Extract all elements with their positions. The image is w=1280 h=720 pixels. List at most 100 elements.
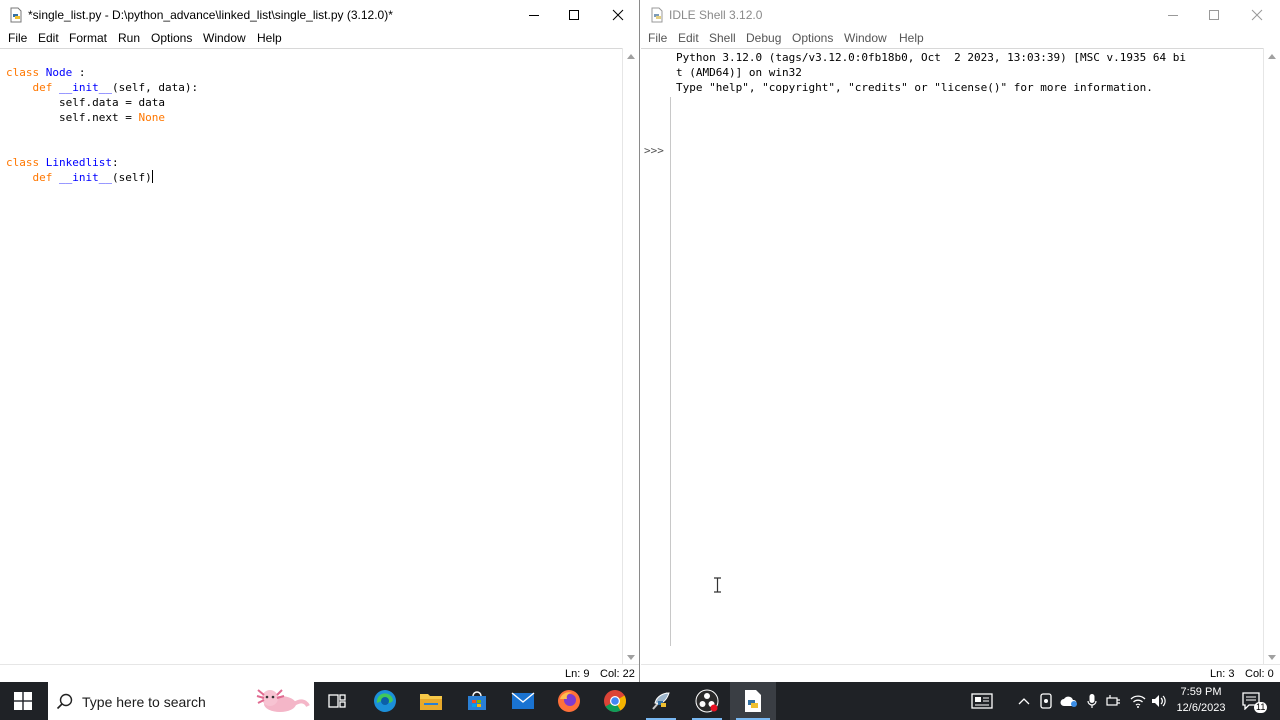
code-editor[interactable]: class Node : def __init__(self, data): s… bbox=[0, 48, 639, 664]
shell-output-area[interactable]: >>> Python 3.12.0 (tags/v3.12.0:0fb18b0,… bbox=[641, 48, 1280, 664]
shell-titlebar[interactable]: IDLE Shell 3.12.0 bbox=[641, 0, 1280, 30]
menu-shell[interactable]: Shell bbox=[709, 31, 736, 45]
maximize-button[interactable] bbox=[1192, 0, 1236, 30]
keyword: def bbox=[32, 81, 53, 94]
python-file-icon bbox=[745, 690, 761, 712]
minimize-icon bbox=[1168, 15, 1178, 16]
ibeam-cursor-icon bbox=[714, 577, 721, 593]
menu-options[interactable]: Options bbox=[792, 31, 833, 45]
class-name: Linkedlist bbox=[45, 156, 112, 169]
shell-output: Python 3.12.0 (tags/v3.12.0:0fb18b0, Oct… bbox=[676, 50, 1186, 95]
news-widget-button[interactable] bbox=[966, 682, 998, 720]
editor-menubar: File Edit Format Run Options Window Help bbox=[0, 30, 639, 48]
menu-run[interactable]: Run bbox=[118, 31, 140, 45]
minimize-icon bbox=[529, 15, 539, 16]
menu-options[interactable]: Options bbox=[151, 31, 192, 45]
minimize-button[interactable] bbox=[1151, 0, 1195, 30]
store-icon bbox=[468, 691, 486, 710]
taskbar-file-explorer[interactable] bbox=[408, 682, 454, 720]
shell-statusbar: Ln: 3 Col: 0 bbox=[641, 664, 1280, 682]
menu-window[interactable]: Window bbox=[844, 31, 887, 45]
taskbar-microsoft-store[interactable] bbox=[454, 682, 500, 720]
power-status-button[interactable] bbox=[1104, 682, 1124, 720]
text-cursor bbox=[151, 170, 153, 183]
menu-file[interactable]: File bbox=[648, 31, 667, 45]
taskbar-idle-editor[interactable] bbox=[730, 682, 776, 720]
maximize-icon bbox=[1209, 10, 1219, 20]
code-text: self.data = data bbox=[6, 96, 165, 109]
notification-center-button[interactable]: 11 bbox=[1236, 682, 1268, 720]
taskbar-chrome[interactable] bbox=[592, 682, 638, 720]
maximize-button[interactable] bbox=[552, 0, 596, 30]
taskbar-obs[interactable] bbox=[684, 682, 730, 720]
menu-edit[interactable]: Edit bbox=[38, 31, 59, 45]
line-number: Ln: 9 bbox=[565, 668, 590, 680]
close-button[interactable] bbox=[596, 0, 640, 30]
microphone-button[interactable] bbox=[1082, 682, 1102, 720]
shell-output-line: t (AMD64)] on win32 bbox=[676, 66, 802, 79]
onedrive-button[interactable] bbox=[1058, 682, 1080, 720]
start-button[interactable] bbox=[0, 682, 46, 720]
close-icon bbox=[612, 9, 624, 21]
clock-time: 7:59 PM bbox=[1180, 686, 1222, 698]
show-hidden-icons-button[interactable] bbox=[1014, 682, 1034, 720]
close-button[interactable] bbox=[1235, 0, 1279, 30]
clock-button[interactable]: 7:59 PM 12/6/2023 bbox=[1172, 682, 1230, 720]
taskbar-idle-python[interactable] bbox=[638, 682, 684, 720]
task-view-icon bbox=[328, 694, 346, 708]
editor-window[interactable]: *single_list.py - D:\python_advance\link… bbox=[0, 0, 640, 682]
shell-title: IDLE Shell 3.12.0 bbox=[669, 8, 763, 22]
taskbar-firefox[interactable] bbox=[546, 682, 592, 720]
chrome-icon bbox=[604, 690, 626, 712]
taskbar-mail[interactable] bbox=[500, 682, 546, 720]
task-view-button[interactable] bbox=[314, 682, 360, 720]
scroll-down-arrow-icon[interactable] bbox=[627, 655, 635, 660]
keyword: class bbox=[6, 156, 40, 169]
shell-window[interactable]: IDLE Shell 3.12.0 File Edit Shell Debug … bbox=[641, 0, 1280, 682]
code-text: (self, data): bbox=[111, 81, 199, 94]
menu-help[interactable]: Help bbox=[257, 31, 282, 45]
python-feather-icon bbox=[652, 692, 670, 710]
minimize-button[interactable] bbox=[512, 0, 556, 30]
windows-logo-icon bbox=[14, 692, 32, 710]
taskbar-search-box[interactable]: Type here to search bbox=[48, 682, 314, 720]
scroll-up-arrow-icon[interactable] bbox=[627, 54, 635, 59]
editor-vertical-scrollbar[interactable] bbox=[622, 48, 639, 664]
plug-icon bbox=[1106, 695, 1120, 706]
idle-file-icon bbox=[10, 7, 22, 23]
shell-vertical-scrollbar[interactable] bbox=[1263, 48, 1280, 664]
device-icon bbox=[1040, 693, 1052, 709]
search-highlight-axolotl-icon bbox=[256, 689, 310, 712]
network-button[interactable] bbox=[1126, 682, 1150, 720]
search-icon bbox=[56, 693, 73, 710]
tray-app-button[interactable] bbox=[1036, 682, 1056, 720]
scroll-down-arrow-icon[interactable] bbox=[1268, 655, 1276, 660]
scroll-up-arrow-icon[interactable] bbox=[1268, 54, 1276, 59]
function-name: __init__ bbox=[59, 171, 112, 184]
edge-icon bbox=[374, 690, 396, 712]
class-name: Node bbox=[45, 66, 73, 79]
idle-shell-icon bbox=[651, 7, 663, 23]
column-number: Col: 0 bbox=[1245, 668, 1274, 680]
volume-button[interactable] bbox=[1148, 682, 1170, 720]
menu-edit[interactable]: Edit bbox=[678, 31, 699, 45]
microphone-icon bbox=[1087, 694, 1097, 708]
menu-help[interactable]: Help bbox=[899, 31, 924, 45]
menu-debug[interactable]: Debug bbox=[746, 31, 781, 45]
keyword: class bbox=[6, 66, 40, 79]
firefox-icon bbox=[558, 690, 580, 712]
line-number: Ln: 3 bbox=[1210, 668, 1235, 680]
editor-statusbar: Ln: 9 Col: 22 bbox=[0, 664, 639, 682]
editor-title: *single_list.py - D:\python_advance\link… bbox=[28, 8, 393, 22]
clock-date: 12/6/2023 bbox=[1176, 702, 1226, 714]
close-icon bbox=[1251, 9, 1263, 21]
menu-format[interactable]: Format bbox=[69, 31, 107, 45]
taskbar-edge[interactable] bbox=[362, 682, 408, 720]
menu-file[interactable]: File bbox=[8, 31, 27, 45]
editor-titlebar[interactable]: *single_list.py - D:\python_advance\link… bbox=[0, 0, 639, 30]
taskbar: Type here to search 7:59 PM 12/6/2023 11 bbox=[0, 682, 1280, 720]
folder-icon bbox=[420, 694, 442, 710]
menu-window[interactable]: Window bbox=[203, 31, 246, 45]
